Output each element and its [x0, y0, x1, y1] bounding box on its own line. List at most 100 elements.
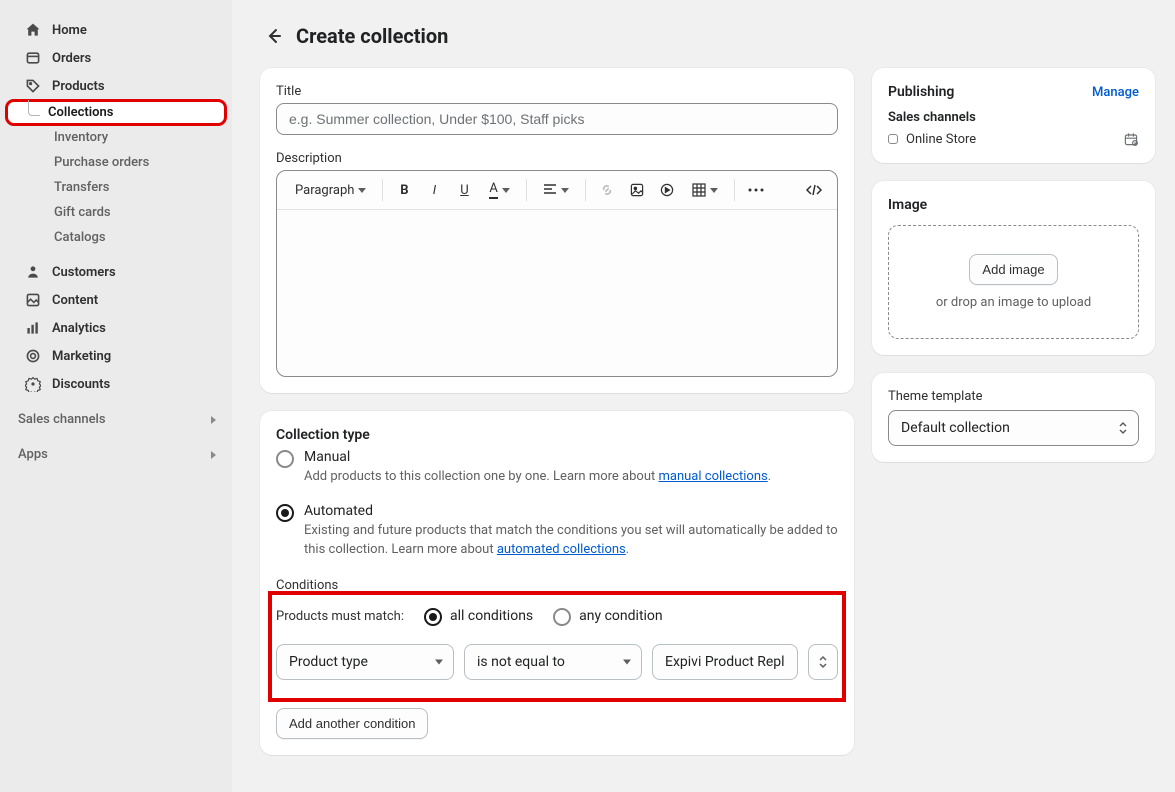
schedule-icon[interactable] — [1123, 131, 1139, 147]
rte-more-button[interactable] — [743, 177, 769, 203]
back-button[interactable] — [260, 22, 288, 50]
sort-icon — [1118, 421, 1128, 435]
align-icon — [543, 183, 557, 197]
tree-elbow-icon — [28, 100, 40, 116]
radio-any-input[interactable] — [553, 608, 571, 626]
rte-video-button[interactable] — [654, 177, 680, 203]
card-theme-template: Theme template Default collection — [872, 373, 1155, 462]
chevron-down-icon — [435, 659, 443, 664]
drop-help-text: or drop an image to upload — [936, 295, 1091, 310]
nav-label: Discounts — [52, 377, 110, 392]
chevron-down-icon — [502, 188, 510, 193]
sidebar-item-home[interactable]: Home — [6, 16, 226, 44]
rte-paragraph-label: Paragraph — [295, 183, 354, 198]
nav-label: Gift cards — [54, 205, 111, 220]
radio-automated[interactable]: Automated Existing and future products t… — [276, 503, 838, 560]
arrow-left-icon — [264, 26, 284, 46]
text-color-icon: A — [489, 181, 497, 199]
sidebar-item-content[interactable]: Content — [6, 286, 226, 314]
radio-manual[interactable]: Manual Add products to this collection o… — [276, 449, 838, 487]
rte-italic-button[interactable]: I — [421, 177, 447, 203]
nav-label: Content — [52, 293, 98, 308]
conditions-highlighted-area: Products must match: all conditions any … — [274, 597, 840, 696]
page-title: Create collection — [296, 24, 448, 48]
condition-browse-button[interactable] — [808, 644, 838, 680]
rte-image-button[interactable] — [624, 177, 650, 203]
marketing-icon — [24, 347, 42, 365]
chevron-down-icon — [561, 188, 569, 193]
rte-link-button[interactable] — [594, 177, 620, 203]
condition-row: Product type is not equal to Expivi Prod… — [274, 644, 840, 680]
theme-template-select[interactable]: Default collection — [888, 410, 1139, 446]
add-image-button[interactable]: Add image — [969, 254, 1057, 285]
radio-all-input[interactable] — [424, 608, 442, 626]
sidebar-item-collections[interactable]: Collections — [6, 100, 226, 125]
sidebar-item-purchase-orders[interactable]: Purchase orders — [6, 150, 226, 175]
condition-value-input[interactable]: Expivi Product Repl — [652, 644, 798, 680]
theme-template-label: Theme template — [888, 389, 1139, 404]
automated-collections-link[interactable]: automated collections — [497, 542, 626, 557]
title-input[interactable] — [276, 103, 838, 135]
radio-all-conditions[interactable]: all conditions — [424, 607, 533, 626]
radio-automated-help: Existing and future products that match … — [304, 521, 838, 560]
nav-label: Collections — [48, 105, 113, 120]
condition-operator-value: is not equal to — [477, 654, 565, 670]
table-icon — [692, 183, 706, 197]
rte-color-button[interactable]: A — [481, 177, 517, 203]
sidebar-item-discounts[interactable]: Discounts — [6, 370, 226, 398]
nav-label: Transfers — [54, 180, 109, 195]
description-editor[interactable] — [277, 210, 837, 376]
radio-any-label: any condition — [579, 608, 663, 624]
sidebar-item-products[interactable]: Products — [6, 72, 226, 100]
nav-label: Analytics — [52, 321, 106, 336]
sidebar-item-customers[interactable]: Customers — [6, 258, 226, 286]
nav-label: Purchase orders — [54, 155, 149, 170]
sales-channels-label: Sales channels — [888, 110, 1139, 125]
page-header: Create collection — [260, 22, 1155, 50]
sidebar-item-catalogs[interactable]: Catalogs — [6, 225, 226, 250]
title-label: Title — [276, 84, 838, 99]
radio-manual-input[interactable] — [276, 450, 294, 468]
radio-any-condition[interactable]: any condition — [553, 607, 663, 626]
sidebar-item-orders[interactable]: Orders — [6, 44, 226, 72]
card-basic: Title Description Paragraph B I — [260, 68, 854, 393]
rte-bold-button[interactable]: B — [391, 177, 417, 203]
code-icon — [805, 183, 823, 197]
condition-field-select[interactable]: Product type — [276, 644, 454, 680]
manual-collections-link[interactable]: manual collections — [658, 469, 767, 484]
sidebar-item-transfers[interactable]: Transfers — [6, 175, 226, 200]
sidebar-section-sales-channels[interactable]: Sales channels — [0, 406, 232, 433]
radio-manual-help: Add products to this collection one by o… — [304, 467, 838, 487]
nav-label: Marketing — [52, 349, 111, 364]
sidebar-item-marketing[interactable]: Marketing — [6, 342, 226, 370]
sidebar-item-analytics[interactable]: Analytics — [6, 314, 226, 342]
separator — [585, 179, 586, 201]
nav-label: Home — [52, 23, 87, 38]
nav-label: Products — [52, 79, 105, 94]
match-label: Products must match: — [276, 609, 404, 624]
chevron-down-icon — [623, 659, 631, 664]
chevron-right-icon — [211, 416, 216, 424]
image-dropzone[interactable]: Add image or drop an image to upload — [888, 225, 1139, 339]
radio-manual-label: Manual — [304, 449, 838, 465]
conditions-heading: Conditions — [276, 578, 838, 593]
rte-table-button[interactable] — [684, 177, 726, 203]
rte-align-button[interactable] — [535, 177, 577, 203]
manage-link[interactable]: Manage — [1092, 85, 1139, 100]
theme-template-value: Default collection — [901, 420, 1010, 436]
rte-paragraph-dropdown[interactable]: Paragraph — [287, 177, 374, 203]
home-icon — [24, 21, 42, 39]
radio-automated-input[interactable] — [276, 504, 294, 522]
add-condition-button[interactable]: Add another condition — [276, 708, 428, 739]
sidebar-item-inventory[interactable]: Inventory — [6, 125, 226, 150]
video-icon — [659, 182, 675, 198]
sidebar-section-apps[interactable]: Apps — [0, 441, 232, 468]
separator — [382, 179, 383, 201]
sidebar: Home Orders Products Collections Invento… — [0, 0, 232, 792]
customers-icon — [24, 263, 42, 281]
condition-operator-select[interactable]: is not equal to — [464, 644, 642, 680]
sidebar-item-gift-cards[interactable]: Gift cards — [6, 200, 226, 225]
rte-underline-button[interactable]: U — [451, 177, 477, 203]
sort-icon — [818, 655, 828, 669]
rte-html-button[interactable] — [801, 177, 827, 203]
